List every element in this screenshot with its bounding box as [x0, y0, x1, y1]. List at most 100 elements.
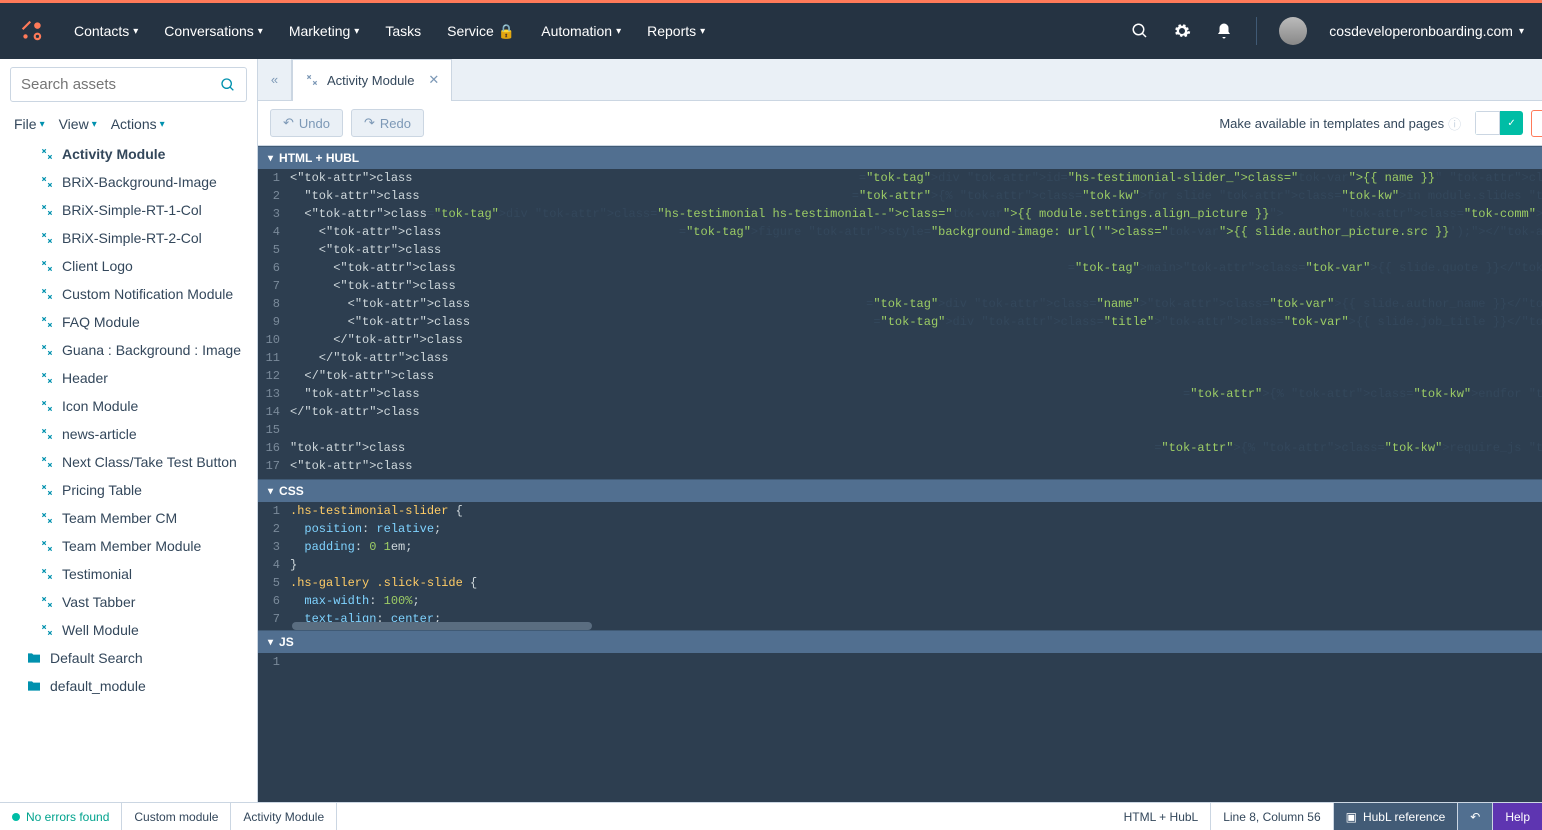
tree-item-label: FAQ Module: [62, 314, 140, 330]
nav-tasks[interactable]: Tasks: [385, 23, 421, 39]
search-icon[interactable]: [1130, 21, 1150, 41]
menu-file[interactable]: File ▾: [14, 116, 45, 132]
module-icon: [40, 399, 54, 413]
nav-reports[interactable]: Reports▾: [647, 23, 705, 39]
sidebar-menus: File ▾ View ▾ Actions ▾: [0, 112, 257, 140]
module-icon: [40, 287, 54, 301]
module-icon: [40, 595, 54, 609]
redo-button[interactable]: ↷Redo: [351, 109, 424, 137]
bell-icon[interactable]: [1214, 21, 1234, 41]
tree-item-label: Client Logo: [62, 258, 133, 274]
tree-item-label: BRiX-Background-Image: [62, 174, 217, 190]
tree-folder[interactable]: Default Search: [8, 644, 257, 672]
info-icon[interactable]: ⓘ: [1448, 114, 1461, 133]
collapse-sidebar-button[interactable]: «: [258, 59, 292, 101]
file-tree[interactable]: Activity Module BRiX-Background-Image BRiX…: [0, 140, 257, 830]
folder-icon: [26, 650, 42, 666]
avatar[interactable]: [1279, 17, 1307, 45]
tree-item-label: Team Member CM: [62, 510, 177, 526]
tab-bar: « Activity Module ✕ ▾: [258, 59, 1542, 101]
tree-item[interactable]: Header: [8, 364, 257, 392]
menu-view[interactable]: View ▾: [59, 116, 97, 132]
tree-item-label: Default Search: [50, 650, 143, 666]
tree-item[interactable]: Icon Module: [8, 392, 257, 420]
nav-service[interactable]: Service🔒: [447, 23, 515, 40]
module-icon: [40, 259, 54, 273]
search-icon[interactable]: [220, 77, 236, 93]
tree-item[interactable]: Team Member CM: [8, 504, 257, 532]
tree-item-label: Vast Tabber: [62, 594, 135, 610]
pane-header-html[interactable]: ▾HTML + HUBL: [258, 146, 1542, 169]
nav-items: Contacts▾ Conversations▾ Marketing▾ Task…: [74, 23, 705, 40]
search-assets-input[interactable]: [21, 76, 220, 93]
gear-icon[interactable]: [1172, 21, 1192, 41]
undo-button[interactable]: ↶Undo: [270, 109, 343, 137]
tree-item[interactable]: Well Module: [8, 616, 257, 644]
tree-item-label: default_module: [50, 678, 146, 694]
tree-item[interactable]: Pricing Table: [8, 476, 257, 504]
tree-item-label: Guana : Background : Image: [62, 342, 241, 358]
tree-item[interactable]: Client Logo: [8, 252, 257, 280]
status-lang: HTML + HubL: [1112, 803, 1212, 830]
sidebar: File ▾ View ▾ Actions ▾ Activity Module B…: [0, 59, 258, 830]
code-editor-html[interactable]: 1<"tok-attr">class="tok-tag">div "tok-at…: [258, 169, 1542, 479]
tree-item[interactable]: BRiX-Background-Image: [8, 168, 257, 196]
module-icon: [40, 427, 54, 441]
tree-item-label: BRiX-Simple-RT-1-Col: [62, 202, 202, 218]
tree-item[interactable]: Next Class/Take Test Button: [8, 448, 257, 476]
menu-actions[interactable]: Actions ▾: [111, 116, 165, 132]
module-icon: [40, 343, 54, 357]
module-icon: [40, 315, 54, 329]
tree-item-label: Custom Notification Module: [62, 286, 233, 302]
nav-automation[interactable]: Automation▾: [541, 23, 621, 39]
status-undo-button[interactable]: ↶: [1458, 803, 1493, 830]
tree-item-label: BRiX-Simple-RT-2-Col: [62, 230, 202, 246]
hubspot-logo[interactable]: [18, 17, 46, 45]
tree-folder[interactable]: default_module: [8, 672, 257, 700]
tab-activity-module[interactable]: Activity Module ✕: [292, 59, 452, 101]
book-icon: ▣: [1346, 810, 1357, 824]
tree-item[interactable]: Activity Module: [8, 140, 257, 168]
account-switcher[interactable]: cosdeveloperonboarding.com▾: [1329, 23, 1524, 39]
tree-item[interactable]: Team Member Module: [8, 532, 257, 560]
tree-item[interactable]: BRiX-Simple-RT-2-Col: [8, 224, 257, 252]
nav-conversations[interactable]: Conversations▾: [164, 23, 263, 39]
module-icon: [305, 73, 319, 87]
tab-label: Activity Module: [327, 73, 414, 88]
workspace: File ▾ View ▾ Actions ▾ Activity Module B…: [0, 59, 1542, 830]
action-bar: ↶Undo ↷Redo Make available in templates …: [258, 101, 1542, 146]
tree-item[interactable]: news-article: [8, 420, 257, 448]
module-icon: [40, 147, 54, 161]
tree-item[interactable]: Guana : Background : Image: [8, 336, 257, 364]
hubl-reference-button[interactable]: ▣HubL reference: [1334, 803, 1459, 830]
lock-icon: 🔒: [498, 23, 515, 40]
tree-item[interactable]: Vast Tabber: [8, 588, 257, 616]
module-icon: [40, 231, 54, 245]
help-button[interactable]: Help: [1493, 803, 1542, 830]
status-name: Activity Module: [231, 803, 337, 830]
close-icon[interactable]: ✕: [428, 72, 439, 88]
scrollbar-thumb[interactable]: [292, 622, 592, 630]
code-editor-css[interactable]: 1.hs-testimonial-slider {2 position: rel…: [258, 502, 1542, 630]
status-errors[interactable]: No errors found: [0, 803, 122, 830]
pane-header-css[interactable]: ▾CSS: [258, 479, 1542, 502]
tree-item[interactable]: Custom Notification Module: [8, 280, 257, 308]
undo-icon: ↶: [1470, 810, 1480, 824]
module-icon: [40, 623, 54, 637]
nav-contacts[interactable]: Contacts▾: [74, 23, 138, 39]
availability-toggle[interactable]: ✓: [1475, 111, 1523, 135]
divider: [1256, 17, 1257, 45]
tree-item[interactable]: FAQ Module: [8, 308, 257, 336]
tree-item-label: Team Member Module: [62, 538, 201, 554]
preview-button[interactable]: Preview: [1531, 110, 1542, 137]
tree-item[interactable]: Testimonial: [8, 560, 257, 588]
pane-header-js[interactable]: ▾JS: [258, 630, 1542, 653]
top-nav: Contacts▾ Conversations▾ Marketing▾ Task…: [0, 3, 1542, 59]
folder-icon: [26, 678, 42, 694]
tree-item[interactable]: BRiX-Simple-RT-1-Col: [8, 196, 257, 224]
module-icon: [40, 203, 54, 217]
status-type: Custom module: [122, 803, 231, 830]
search-assets[interactable]: [10, 67, 247, 102]
nav-marketing[interactable]: Marketing▾: [289, 23, 360, 39]
tree-item-label: Pricing Table: [62, 482, 142, 498]
